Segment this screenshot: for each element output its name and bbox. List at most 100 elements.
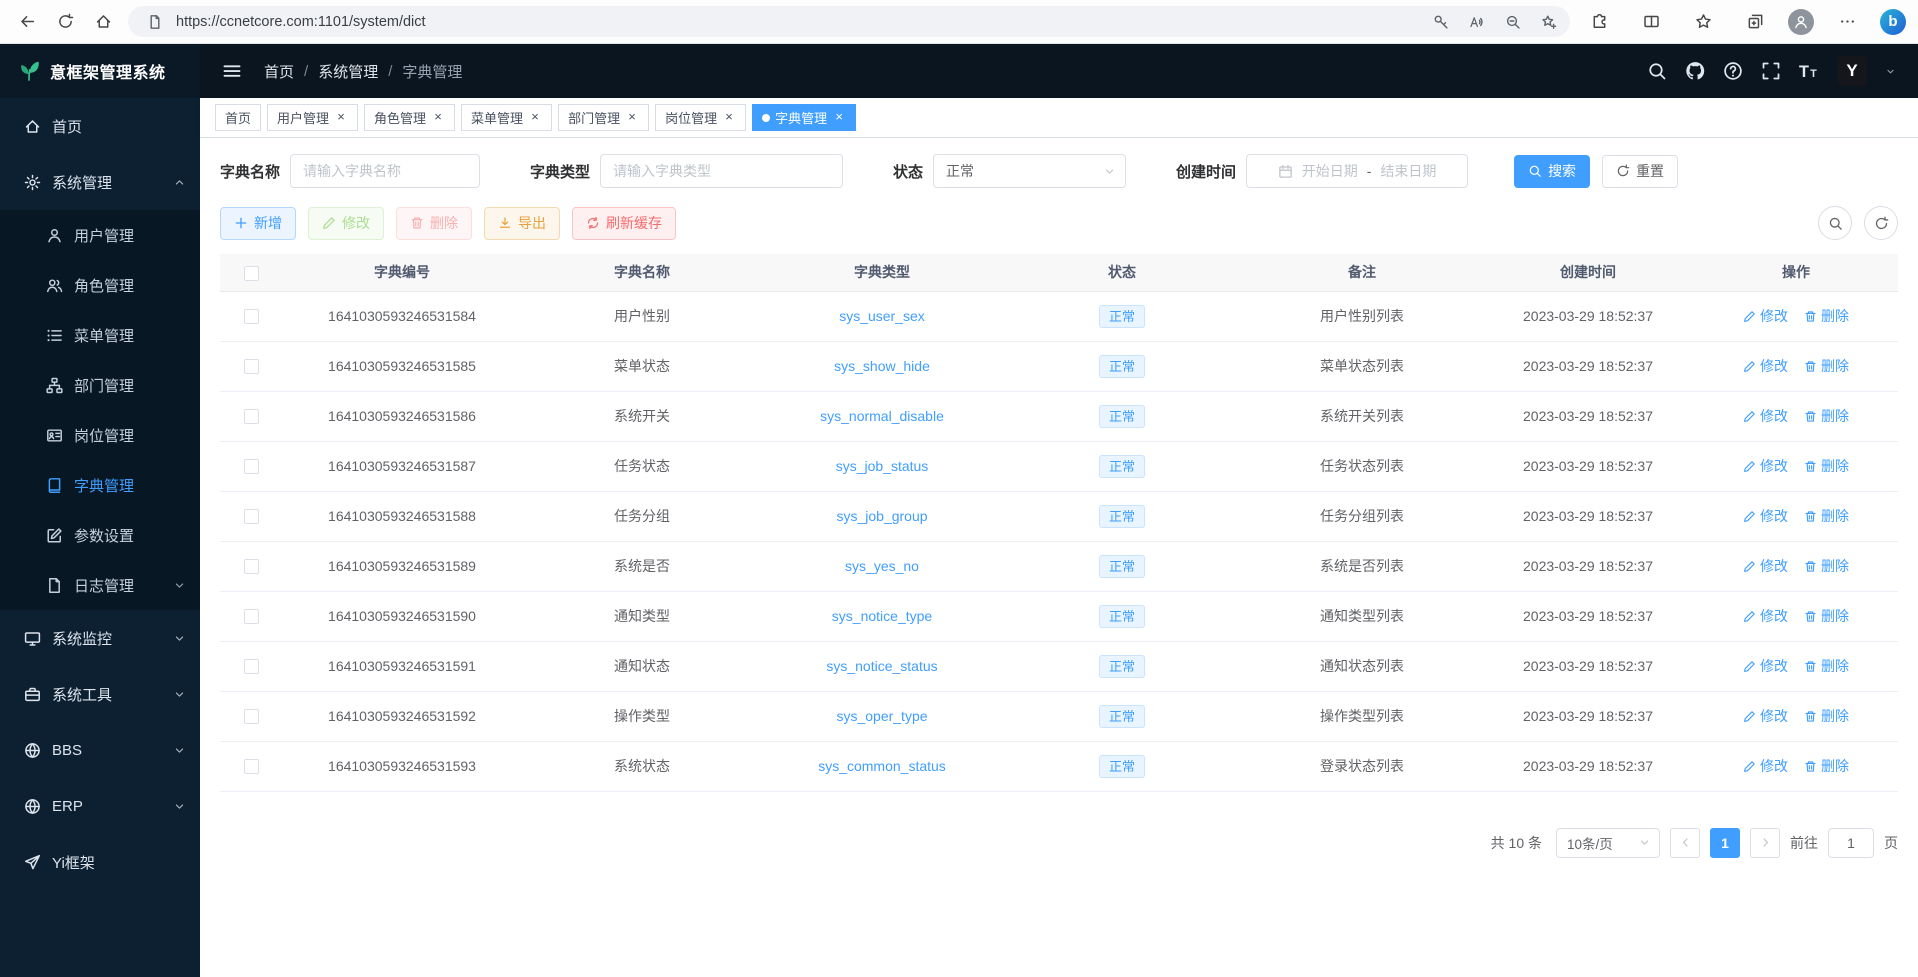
split-screen-icon[interactable] bbox=[1632, 3, 1670, 41]
row-checkbox[interactable] bbox=[244, 609, 259, 624]
search-button[interactable]: 搜索 bbox=[1514, 155, 1590, 188]
sidebar-item-yi[interactable]: Yi框架 bbox=[0, 834, 200, 890]
dict-type-link[interactable]: sys_normal_disable bbox=[820, 408, 944, 424]
edit-row-button[interactable]: 修改 bbox=[1743, 706, 1788, 726]
row-checkbox[interactable] bbox=[244, 709, 259, 724]
delete-row-button[interactable]: 删除 bbox=[1804, 406, 1849, 426]
refresh-table-button[interactable] bbox=[1864, 206, 1898, 240]
delete-row-button[interactable]: 删除 bbox=[1804, 456, 1849, 476]
sidebar-item-post[interactable]: 岗位管理 bbox=[0, 410, 200, 460]
back-icon[interactable] bbox=[8, 3, 46, 41]
tab-close-icon[interactable]: × bbox=[722, 111, 736, 125]
github-icon[interactable] bbox=[1685, 61, 1705, 81]
font-size-icon[interactable]: TT bbox=[1799, 61, 1819, 81]
delete-button[interactable]: 删除 bbox=[396, 207, 472, 240]
reset-button[interactable]: 重置 bbox=[1602, 155, 1678, 188]
page-1-button[interactable]: 1 bbox=[1710, 828, 1740, 858]
date-range-picker[interactable]: 开始日期 - 结束日期 bbox=[1246, 154, 1468, 188]
user-avatar[interactable]: Y bbox=[1837, 56, 1867, 86]
delete-row-button[interactable]: 删除 bbox=[1804, 556, 1849, 576]
goto-page-input[interactable] bbox=[1828, 828, 1874, 858]
dict-type-link[interactable]: sys_job_status bbox=[836, 458, 929, 474]
favorites-bar-icon[interactable] bbox=[1684, 3, 1722, 41]
tab-close-icon[interactable]: × bbox=[528, 111, 542, 125]
edit-row-button[interactable]: 修改 bbox=[1743, 656, 1788, 676]
edit-row-button[interactable]: 修改 bbox=[1743, 756, 1788, 776]
status-select[interactable]: 正常 bbox=[933, 154, 1126, 188]
tab-0[interactable]: 首页 bbox=[215, 104, 261, 131]
hamburger-icon[interactable] bbox=[222, 61, 242, 81]
edit-row-button[interactable]: 修改 bbox=[1743, 406, 1788, 426]
chevron-down-icon[interactable] bbox=[1885, 66, 1896, 77]
dict-type-link[interactable]: sys_user_sex bbox=[839, 308, 925, 324]
export-button[interactable]: 导出 bbox=[484, 207, 560, 240]
browser-home-icon[interactable] bbox=[84, 3, 122, 41]
sidebar-item-home[interactable]: 首页 bbox=[0, 98, 200, 154]
delete-row-button[interactable]: 删除 bbox=[1804, 706, 1849, 726]
delete-row-button[interactable]: 删除 bbox=[1804, 306, 1849, 326]
sidebar-item-menu[interactable]: 菜单管理 bbox=[0, 310, 200, 360]
edit-row-button[interactable]: 修改 bbox=[1743, 606, 1788, 626]
key-icon[interactable] bbox=[1426, 8, 1456, 36]
search-icon[interactable] bbox=[1647, 61, 1667, 81]
sidebar-item-tools[interactable]: 系统工具 bbox=[0, 666, 200, 722]
tab-2[interactable]: 角色管理× bbox=[364, 104, 455, 131]
dict-name-input[interactable] bbox=[290, 154, 480, 188]
delete-row-button[interactable]: 删除 bbox=[1804, 356, 1849, 376]
row-checkbox[interactable] bbox=[244, 409, 259, 424]
dict-type-link[interactable]: sys_yes_no bbox=[845, 558, 919, 574]
tab-close-icon[interactable]: × bbox=[832, 111, 846, 125]
dict-type-link[interactable]: sys_oper_type bbox=[836, 708, 927, 724]
sidebar-item-log[interactable]: 日志管理 bbox=[0, 560, 200, 610]
edit-button[interactable]: 修改 bbox=[308, 207, 384, 240]
edit-row-button[interactable]: 修改 bbox=[1743, 306, 1788, 326]
dict-type-link[interactable]: sys_job_group bbox=[836, 508, 927, 524]
refresh-cache-button[interactable]: 刷新缓存 bbox=[572, 207, 676, 240]
profile-avatar[interactable] bbox=[1788, 9, 1814, 35]
row-checkbox[interactable] bbox=[244, 359, 259, 374]
favorite-add-icon[interactable] bbox=[1534, 8, 1564, 36]
tab-1[interactable]: 用户管理× bbox=[267, 104, 358, 131]
more-icon[interactable] bbox=[1828, 3, 1866, 41]
row-checkbox[interactable] bbox=[244, 459, 259, 474]
edit-row-button[interactable]: 修改 bbox=[1743, 456, 1788, 476]
delete-row-button[interactable]: 删除 bbox=[1804, 756, 1849, 776]
delete-row-button[interactable]: 删除 bbox=[1804, 656, 1849, 676]
edit-row-button[interactable]: 修改 bbox=[1743, 556, 1788, 576]
dict-type-input[interactable] bbox=[600, 154, 843, 188]
row-checkbox[interactable] bbox=[244, 509, 259, 524]
tab-close-icon[interactable]: × bbox=[625, 111, 639, 125]
sidebar-item-role[interactable]: 角色管理 bbox=[0, 260, 200, 310]
tab-3[interactable]: 菜单管理× bbox=[461, 104, 552, 131]
extensions-icon[interactable] bbox=[1580, 3, 1618, 41]
bing-icon[interactable]: b bbox=[1880, 9, 1906, 35]
help-icon[interactable] bbox=[1723, 61, 1743, 81]
row-checkbox[interactable] bbox=[244, 309, 259, 324]
tab-6[interactable]: 字典管理× bbox=[752, 104, 856, 131]
select-all-checkbox[interactable] bbox=[244, 266, 259, 281]
row-checkbox[interactable] bbox=[244, 759, 259, 774]
row-checkbox[interactable] bbox=[244, 559, 259, 574]
next-page-button[interactable] bbox=[1750, 828, 1780, 858]
edit-row-button[interactable]: 修改 bbox=[1743, 356, 1788, 376]
breadcrumb-home[interactable]: 首页 bbox=[264, 61, 294, 82]
tab-5[interactable]: 岗位管理× bbox=[655, 104, 746, 131]
delete-row-button[interactable]: 删除 bbox=[1804, 606, 1849, 626]
sidebar-item-system[interactable]: 系统管理 bbox=[0, 154, 200, 210]
sidebar-item-erp[interactable]: ERP bbox=[0, 778, 200, 834]
refresh-icon[interactable] bbox=[46, 3, 84, 41]
fullscreen-icon[interactable] bbox=[1761, 61, 1781, 81]
dict-type-link[interactable]: sys_notice_type bbox=[832, 608, 932, 624]
add-button[interactable]: 新增 bbox=[220, 207, 296, 240]
toggle-search-button[interactable] bbox=[1818, 206, 1852, 240]
page-size-select[interactable]: 10条/页 bbox=[1556, 828, 1660, 858]
tab-close-icon[interactable]: × bbox=[334, 111, 348, 125]
tab-4[interactable]: 部门管理× bbox=[558, 104, 649, 131]
tab-close-icon[interactable]: × bbox=[431, 111, 445, 125]
sidebar-item-param[interactable]: 参数设置 bbox=[0, 510, 200, 560]
url-bar[interactable]: https://ccnetcore.com:1101/system/dict bbox=[128, 6, 1570, 37]
read-aloud-icon[interactable] bbox=[1462, 8, 1492, 36]
sidebar-item-dict[interactable]: 字典管理 bbox=[0, 460, 200, 510]
breadcrumb-system[interactable]: 系统管理 bbox=[318, 61, 378, 82]
dict-type-link[interactable]: sys_show_hide bbox=[834, 358, 930, 374]
